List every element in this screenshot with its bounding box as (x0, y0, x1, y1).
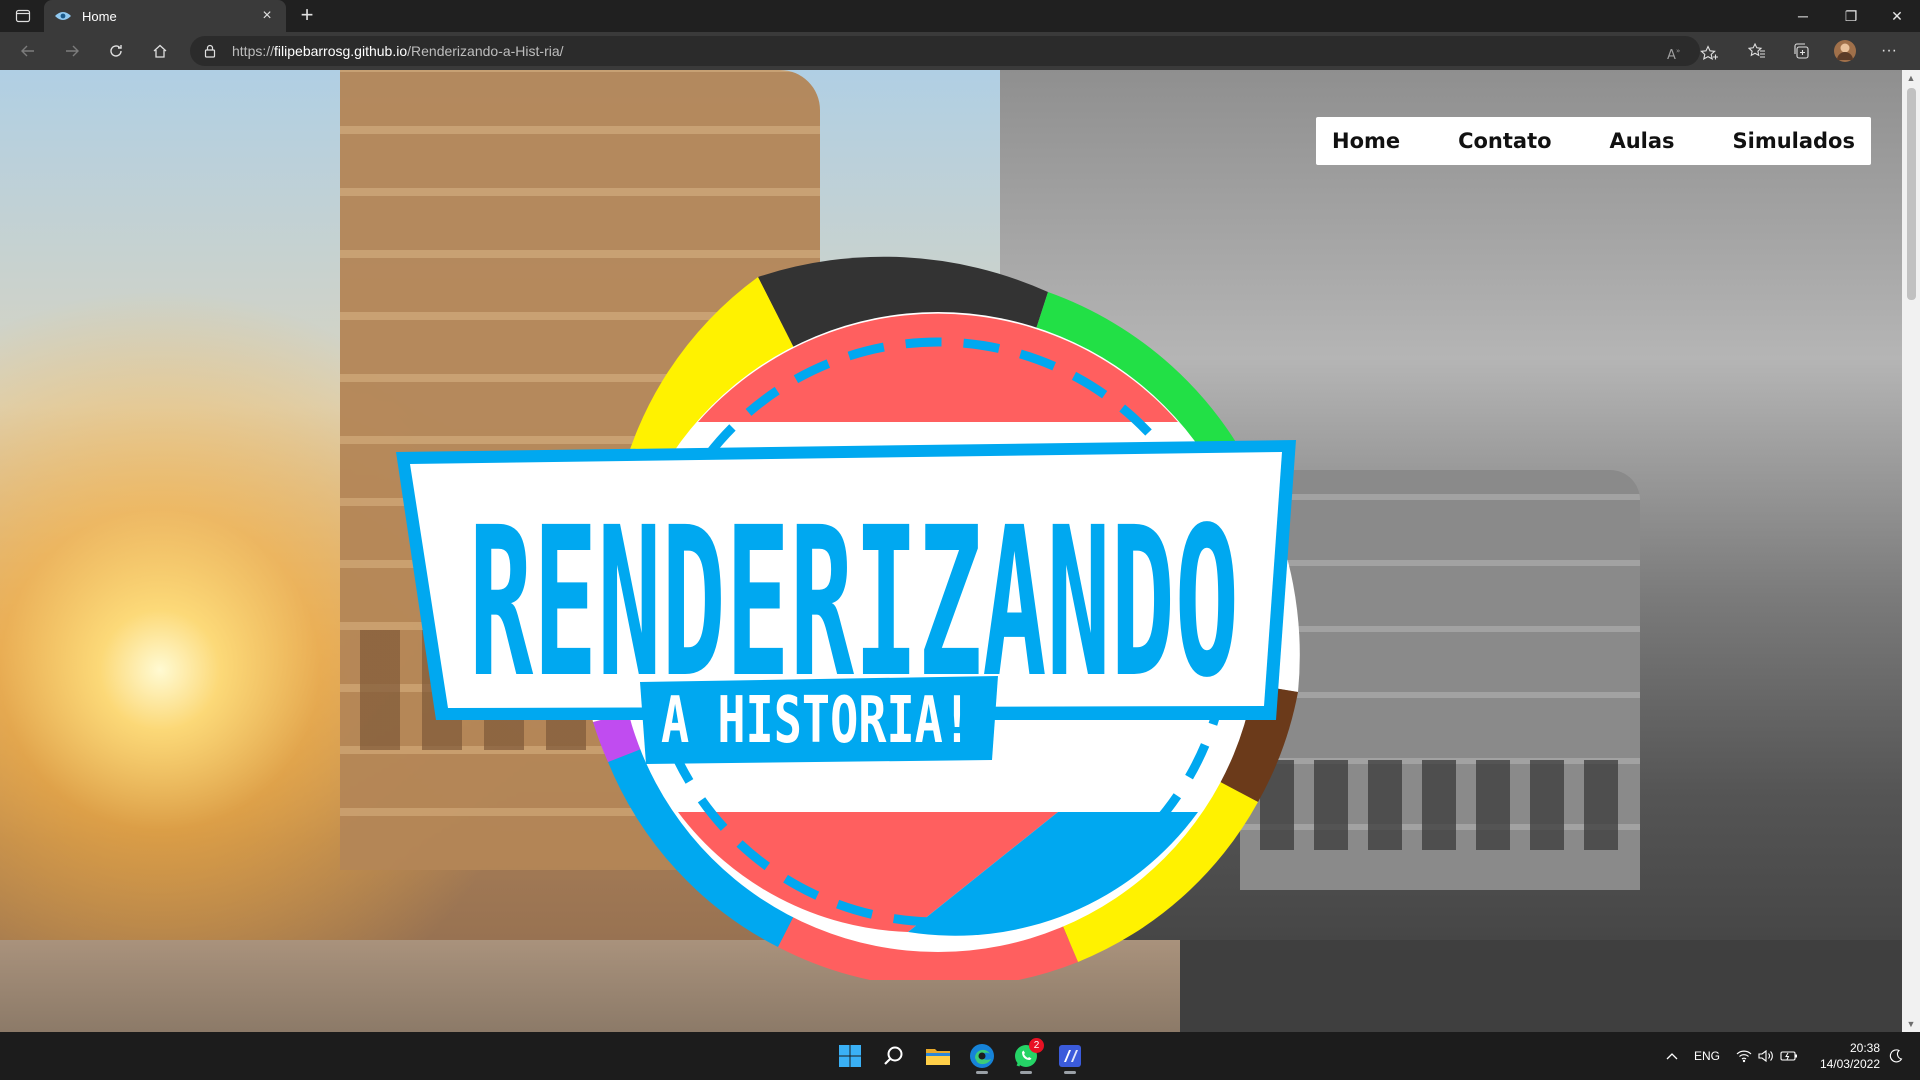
logo-sub-text: A HISTORIA! (661, 684, 971, 758)
nav-link-home[interactable]: Home (1332, 129, 1400, 153)
whatsapp-icon[interactable]: 2 (1006, 1038, 1046, 1074)
browser-tab-home[interactable]: Home × (44, 0, 286, 32)
scrollbar-thumb[interactable] (1907, 88, 1916, 300)
tab-close-icon[interactable]: × (258, 7, 276, 25)
minimize-button[interactable]: ─ (1780, 0, 1826, 32)
windows-start-icon[interactable] (830, 1038, 870, 1074)
url-text[interactable]: https://filipebarrosg.github.io/Renderiz… (232, 43, 564, 59)
nav-link-contact[interactable]: Contato (1458, 129, 1551, 153)
system-clock[interactable]: 20:38 14/03/2022 (1808, 1040, 1880, 1072)
wifi-icon[interactable] (1734, 1044, 1754, 1068)
close-window-button[interactable]: ✕ (1874, 0, 1920, 32)
edge-icon[interactable] (962, 1038, 1002, 1074)
code-editor-icon[interactable] (1050, 1038, 1090, 1074)
page-scrollbar[interactable]: ▲ ▼ (1902, 70, 1920, 1032)
page-viewport: Home Contato Aulas Simulados RENDERIZAND… (0, 70, 1902, 1032)
profile-avatar[interactable] (1830, 37, 1860, 65)
windows-taskbar: 2 ENG 20:38 14/03/2022 (0, 1032, 1920, 1080)
battery-icon[interactable] (1778, 1044, 1800, 1068)
refresh-button[interactable] (102, 37, 130, 65)
new-tab-button[interactable]: + (294, 3, 320, 29)
clock-time: 20:38 (1849, 1041, 1880, 1055)
clock-date: 14/03/2022 (1819, 1057, 1880, 1071)
tab-title: Home (82, 8, 117, 24)
tab-actions-icon[interactable] (10, 5, 36, 27)
search-icon[interactable] (874, 1038, 914, 1074)
scroll-up-icon[interactable]: ▲ (1902, 70, 1920, 86)
site-logo-icon (54, 9, 72, 23)
address-bar[interactable]: https://filipebarrosg.github.io/Renderiz… (190, 36, 1718, 67)
settings-more-icon[interactable]: ··· (1874, 37, 1904, 65)
notification-moon-icon[interactable] (1886, 1044, 1906, 1068)
volume-icon[interactable] (1756, 1044, 1776, 1068)
back-button[interactable] (14, 37, 42, 65)
nav-link-classes[interactable]: Aulas (1609, 129, 1674, 153)
collections-icon[interactable] (1786, 37, 1816, 65)
file-explorer-icon[interactable] (918, 1038, 958, 1074)
home-button[interactable] (146, 37, 174, 65)
lock-icon[interactable] (202, 43, 218, 59)
whatsapp-unread-badge: 2 (1029, 1038, 1044, 1053)
site-logo: RENDERIZANDO A HISTORIA! (396, 256, 1300, 980)
browser-tab-strip: Home × + ─ ❐ ✕ (0, 0, 1920, 32)
add-favorite-icon[interactable] (1696, 41, 1722, 67)
svg-text:»: » (1676, 47, 1680, 55)
scroll-down-icon[interactable]: ▼ (1902, 1016, 1920, 1032)
read-aloud-icon[interactable]: A» (1662, 41, 1688, 67)
nav-link-mock-exams[interactable]: Simulados (1733, 129, 1855, 153)
show-hidden-icons-icon[interactable] (1660, 1044, 1684, 1068)
language-indicator[interactable]: ENG (1690, 1044, 1724, 1068)
site-navigation: Home Contato Aulas Simulados (1316, 117, 1871, 165)
restore-button[interactable]: ❐ (1828, 0, 1874, 32)
browser-toolbar: https://filipebarrosg.github.io/Renderiz… (0, 32, 1920, 70)
forward-button[interactable] (58, 37, 86, 65)
svg-text:A: A (1667, 48, 1676, 62)
favorites-icon[interactable] (1742, 37, 1772, 65)
